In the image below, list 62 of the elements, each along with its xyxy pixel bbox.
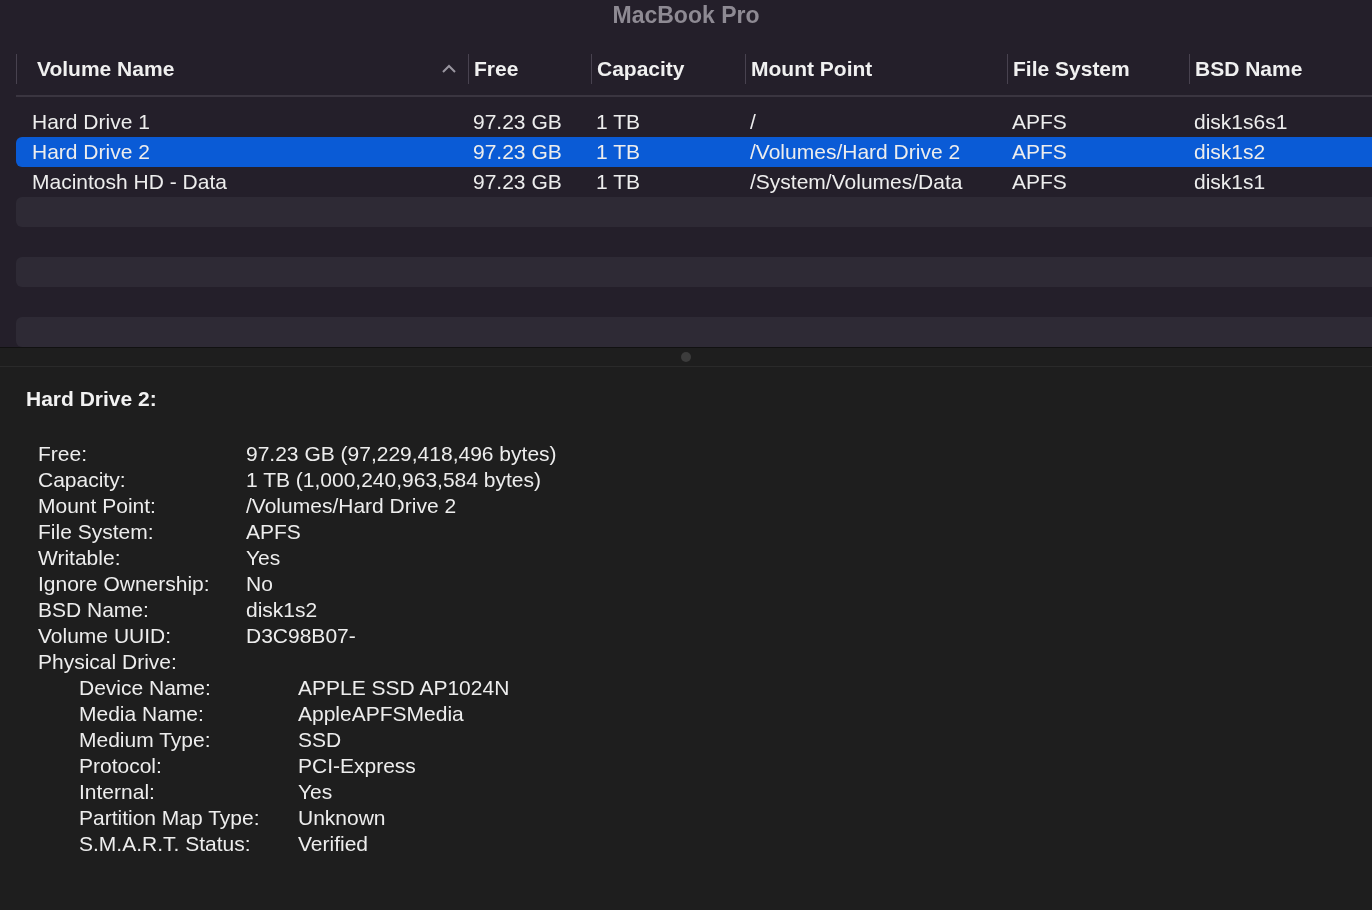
property-label: Medium Type: [79, 728, 212, 752]
table-cell-text: disk1s6s1 [1193, 110, 1289, 134]
details-title: Hard Drive 2: [26, 387, 158, 411]
column-header[interactable]: Free [468, 53, 591, 84]
property-value: D3C98B07- [246, 624, 357, 648]
property-value: AppleAPFSMedia [298, 702, 465, 726]
table-cell-text: /Volumes/Hard Drive 2 [749, 140, 962, 164]
property-value: disk1s2 [246, 598, 319, 622]
property-value: Yes [246, 546, 282, 570]
chevron-up-icon [442, 64, 456, 73]
table-cell-text: 97.23 GB [472, 140, 563, 164]
table-cell-text: APFS [1011, 140, 1068, 164]
table-cell-text: Hard Drive 1 [31, 110, 151, 134]
property-label: BSD Name: [38, 598, 150, 622]
property-value: 1 TB (1,000,240,963,584 bytes) [246, 468, 542, 492]
table-cell-text: APFS [1011, 170, 1068, 194]
property-label: Free: [38, 442, 88, 466]
property-label: Writable: [38, 546, 122, 570]
table-row[interactable]: Hard Drive 2 97.23 GB 1 TB /Volumes/Hard Drive 2 APFS disk1s2 [16, 137, 1372, 167]
property-label: Media Name: [79, 702, 205, 726]
column-header[interactable]: Capacity [591, 53, 745, 84]
split-handle[interactable] [681, 352, 691, 362]
column-header[interactable]: Mount Point [745, 53, 1007, 84]
property-label: Ignore Ownership: [38, 572, 211, 596]
table-cell-text: 1 TB [595, 110, 641, 134]
property-label: Volume UUID: [38, 624, 173, 648]
property-value: Yes [298, 780, 334, 804]
table-cell-text: Macintosh HD - Data [31, 170, 228, 194]
column-header[interactable]: Volume Name [16, 53, 468, 84]
property-label: Mount Point: [38, 494, 157, 518]
table-cell-text: 97.23 GB [472, 110, 563, 134]
property-value: SSD [298, 728, 343, 752]
property-label: File System: [38, 520, 155, 544]
property-value: 97.23 GB (97,229,418,496 bytes) [246, 442, 558, 466]
table-row[interactable]: Macintosh HD - Data 97.23 GB 1 TB /System/Volumes/Data APFS disk1s1 [16, 167, 1372, 197]
property-value: Verified [298, 832, 370, 856]
table-row[interactable]: Hard Drive 1 97.23 GB 1 TB / APFS disk1s6s1 [16, 107, 1372, 137]
table-cell-text: APFS [1011, 110, 1068, 134]
property-label: Physical Drive: [38, 650, 178, 674]
table-cell-text: Hard Drive 2 [31, 140, 151, 164]
window-title: MacBook Pro [611, 1, 761, 30]
column-header[interactable]: BSD Name [1189, 53, 1372, 84]
property-value: PCI-Express [298, 754, 417, 778]
property-label: Internal: [79, 780, 156, 804]
property-label: S.M.A.R.T. Status: [79, 832, 252, 856]
property-value: APPLE SSD AP1024N [298, 676, 511, 700]
column-header[interactable]: File System [1007, 53, 1189, 84]
property-label: Capacity: [38, 468, 127, 492]
property-label: Device Name: [79, 676, 212, 700]
property-value: APFS [246, 520, 302, 544]
property-value: No [246, 572, 274, 596]
property-value: /Volumes/Hard Drive 2 [246, 494, 458, 518]
table-cell-text: 1 TB [595, 140, 641, 164]
table-cell-text: 97.23 GB [472, 170, 563, 194]
property-label: Protocol: [79, 754, 163, 778]
table-cell-text: 1 TB [595, 170, 641, 194]
table-cell-text: disk1s1 [1193, 170, 1267, 194]
property-label: Partition Map Type: [79, 806, 261, 830]
table-cell-text: / [749, 110, 757, 134]
property-value: Unknown [298, 806, 387, 830]
table-cell-text: /System/Volumes/Data [749, 170, 964, 194]
table-cell-text: disk1s2 [1193, 140, 1267, 164]
